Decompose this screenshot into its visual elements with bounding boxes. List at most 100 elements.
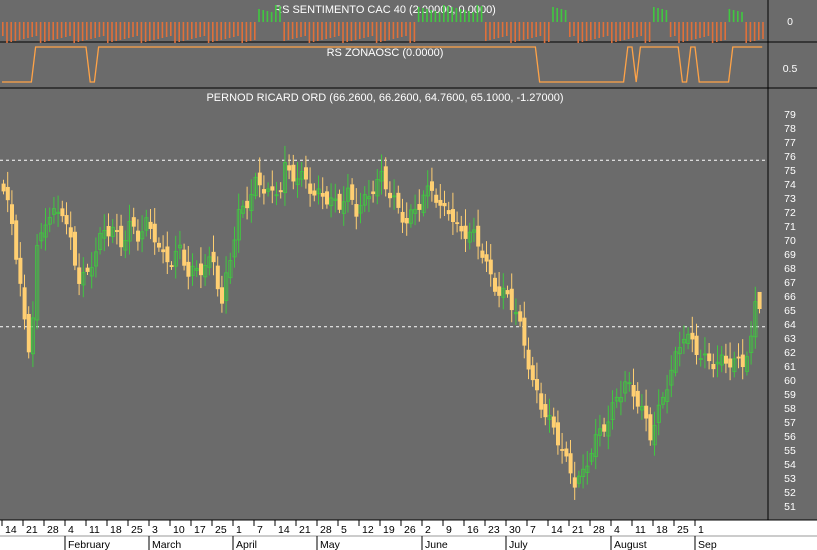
- sentiment-bar: [644, 22, 647, 43]
- candle-body: [131, 217, 136, 227]
- sentiment-bar: [170, 22, 172, 36]
- candle-body: [694, 335, 699, 355]
- sentiment-bar: [359, 22, 361, 39]
- sentiment-bar: [699, 22, 701, 38]
- candle-body: [219, 287, 224, 304]
- candle-body: [257, 172, 262, 186]
- sentiment-bar: [485, 22, 487, 41]
- sentiment-bar: [384, 22, 386, 41]
- sentiment-bar: [573, 22, 575, 36]
- candle-body: [522, 317, 527, 346]
- candle-body: [135, 230, 140, 242]
- sentiment-bar: [695, 22, 697, 39]
- sentiment-bar: [581, 22, 584, 42]
- sentiment-bar: [161, 22, 164, 38]
- candle-body: [711, 364, 716, 370]
- candle-body: [450, 209, 455, 222]
- sentiment-bar: [228, 22, 231, 38]
- sentiment-bar: [254, 22, 256, 40]
- sentiment-bar: [497, 22, 500, 38]
- candle-body: [320, 192, 325, 197]
- sentiment-bar: [741, 12, 743, 22]
- month-label: July: [509, 539, 528, 550]
- candle-body: [488, 259, 493, 275]
- sentiment-bar: [367, 22, 369, 37]
- sentiment-bar: [144, 22, 147, 42]
- sentiment-bar: [518, 22, 521, 41]
- candle-body: [169, 265, 174, 267]
- sentiment-bar: [35, 22, 38, 36]
- candle-body: [26, 313, 31, 353]
- sentiment-bar: [115, 22, 117, 41]
- month-label: August: [614, 539, 647, 550]
- sentiment-bar: [594, 22, 596, 39]
- sentiment-bar: [233, 22, 235, 37]
- sentiment-bar: [590, 22, 592, 40]
- candle-body: [182, 249, 187, 266]
- price-y-tick-label: 54: [784, 459, 796, 471]
- candle-body: [186, 261, 191, 277]
- x-tick-label: 11: [635, 524, 646, 536]
- sentiment-bar: [606, 22, 609, 36]
- price-y-tick-label: 67: [784, 277, 796, 289]
- sentiment-bar: [674, 22, 676, 36]
- x-tick-label: 14: [551, 524, 563, 536]
- sentiment-bar: [724, 22, 726, 40]
- sentiment-bar: [312, 22, 315, 42]
- sentiment-bar: [60, 22, 63, 38]
- candle-body: [556, 422, 561, 446]
- candle-body: [400, 211, 405, 223]
- candle-body: [5, 186, 10, 201]
- sentiment-bar: [732, 10, 735, 22]
- sentiment-bar: [220, 22, 222, 40]
- sentiment-bar: [342, 22, 344, 43]
- candle-body: [68, 227, 73, 238]
- candle-body: [417, 204, 422, 210]
- sentiment-bar: [304, 22, 306, 36]
- oscillator-y-tick: 0.5: [783, 63, 798, 75]
- candle-body: [740, 354, 745, 368]
- price-y-tick-label: 58: [784, 403, 796, 415]
- sentiment-bar: [716, 22, 718, 42]
- sentiment-bar: [241, 22, 243, 43]
- candle-body: [148, 221, 153, 229]
- sentiment-bar: [443, 5, 445, 22]
- sentiment-bar: [182, 22, 185, 41]
- candle-body: [631, 385, 636, 397]
- candle-body: [518, 311, 523, 322]
- sentiment-bar: [325, 22, 327, 39]
- price-y-tick-label: 64: [784, 319, 796, 331]
- sentiment-bar: [69, 22, 71, 36]
- candle-body: [480, 250, 485, 258]
- sentiment-bar: [405, 22, 407, 36]
- sentiment-bar: [363, 22, 365, 38]
- sentiment-bar: [615, 22, 617, 42]
- x-tick-label: 25: [131, 524, 143, 536]
- candle-body: [106, 226, 111, 237]
- candle-body: [337, 193, 342, 210]
- sentiment-bar: [296, 22, 298, 38]
- candle-body: [543, 404, 548, 418]
- candle-body: [22, 287, 27, 320]
- month-label: February: [68, 539, 111, 550]
- sentiment-bar: [107, 22, 109, 43]
- price-y-tick-label: 66: [784, 291, 796, 303]
- chart-svg: RS SENTIMENTO CAC 40 (2.00000, 0.0000) R…: [0, 0, 817, 550]
- candle-body: [64, 215, 69, 225]
- x-tick-label: 12: [362, 524, 374, 536]
- sentiment-bar: [300, 22, 302, 37]
- sentiment-bar: [627, 22, 630, 39]
- sentiment-bar: [585, 22, 588, 41]
- candle-body: [198, 263, 203, 276]
- candle-body: [644, 405, 649, 419]
- price-y-tick-label: 52: [784, 487, 796, 499]
- sentiment-bar: [346, 22, 348, 42]
- x-tick-label: 9: [446, 524, 452, 536]
- sentiment-bar: [661, 9, 663, 22]
- x-tick-label: 18: [110, 524, 122, 536]
- sentiment-bar: [690, 22, 693, 40]
- candle-body: [455, 222, 460, 225]
- candle-body: [446, 210, 451, 215]
- sentiment-bar: [611, 22, 613, 43]
- x-tick-label: 3: [152, 524, 158, 536]
